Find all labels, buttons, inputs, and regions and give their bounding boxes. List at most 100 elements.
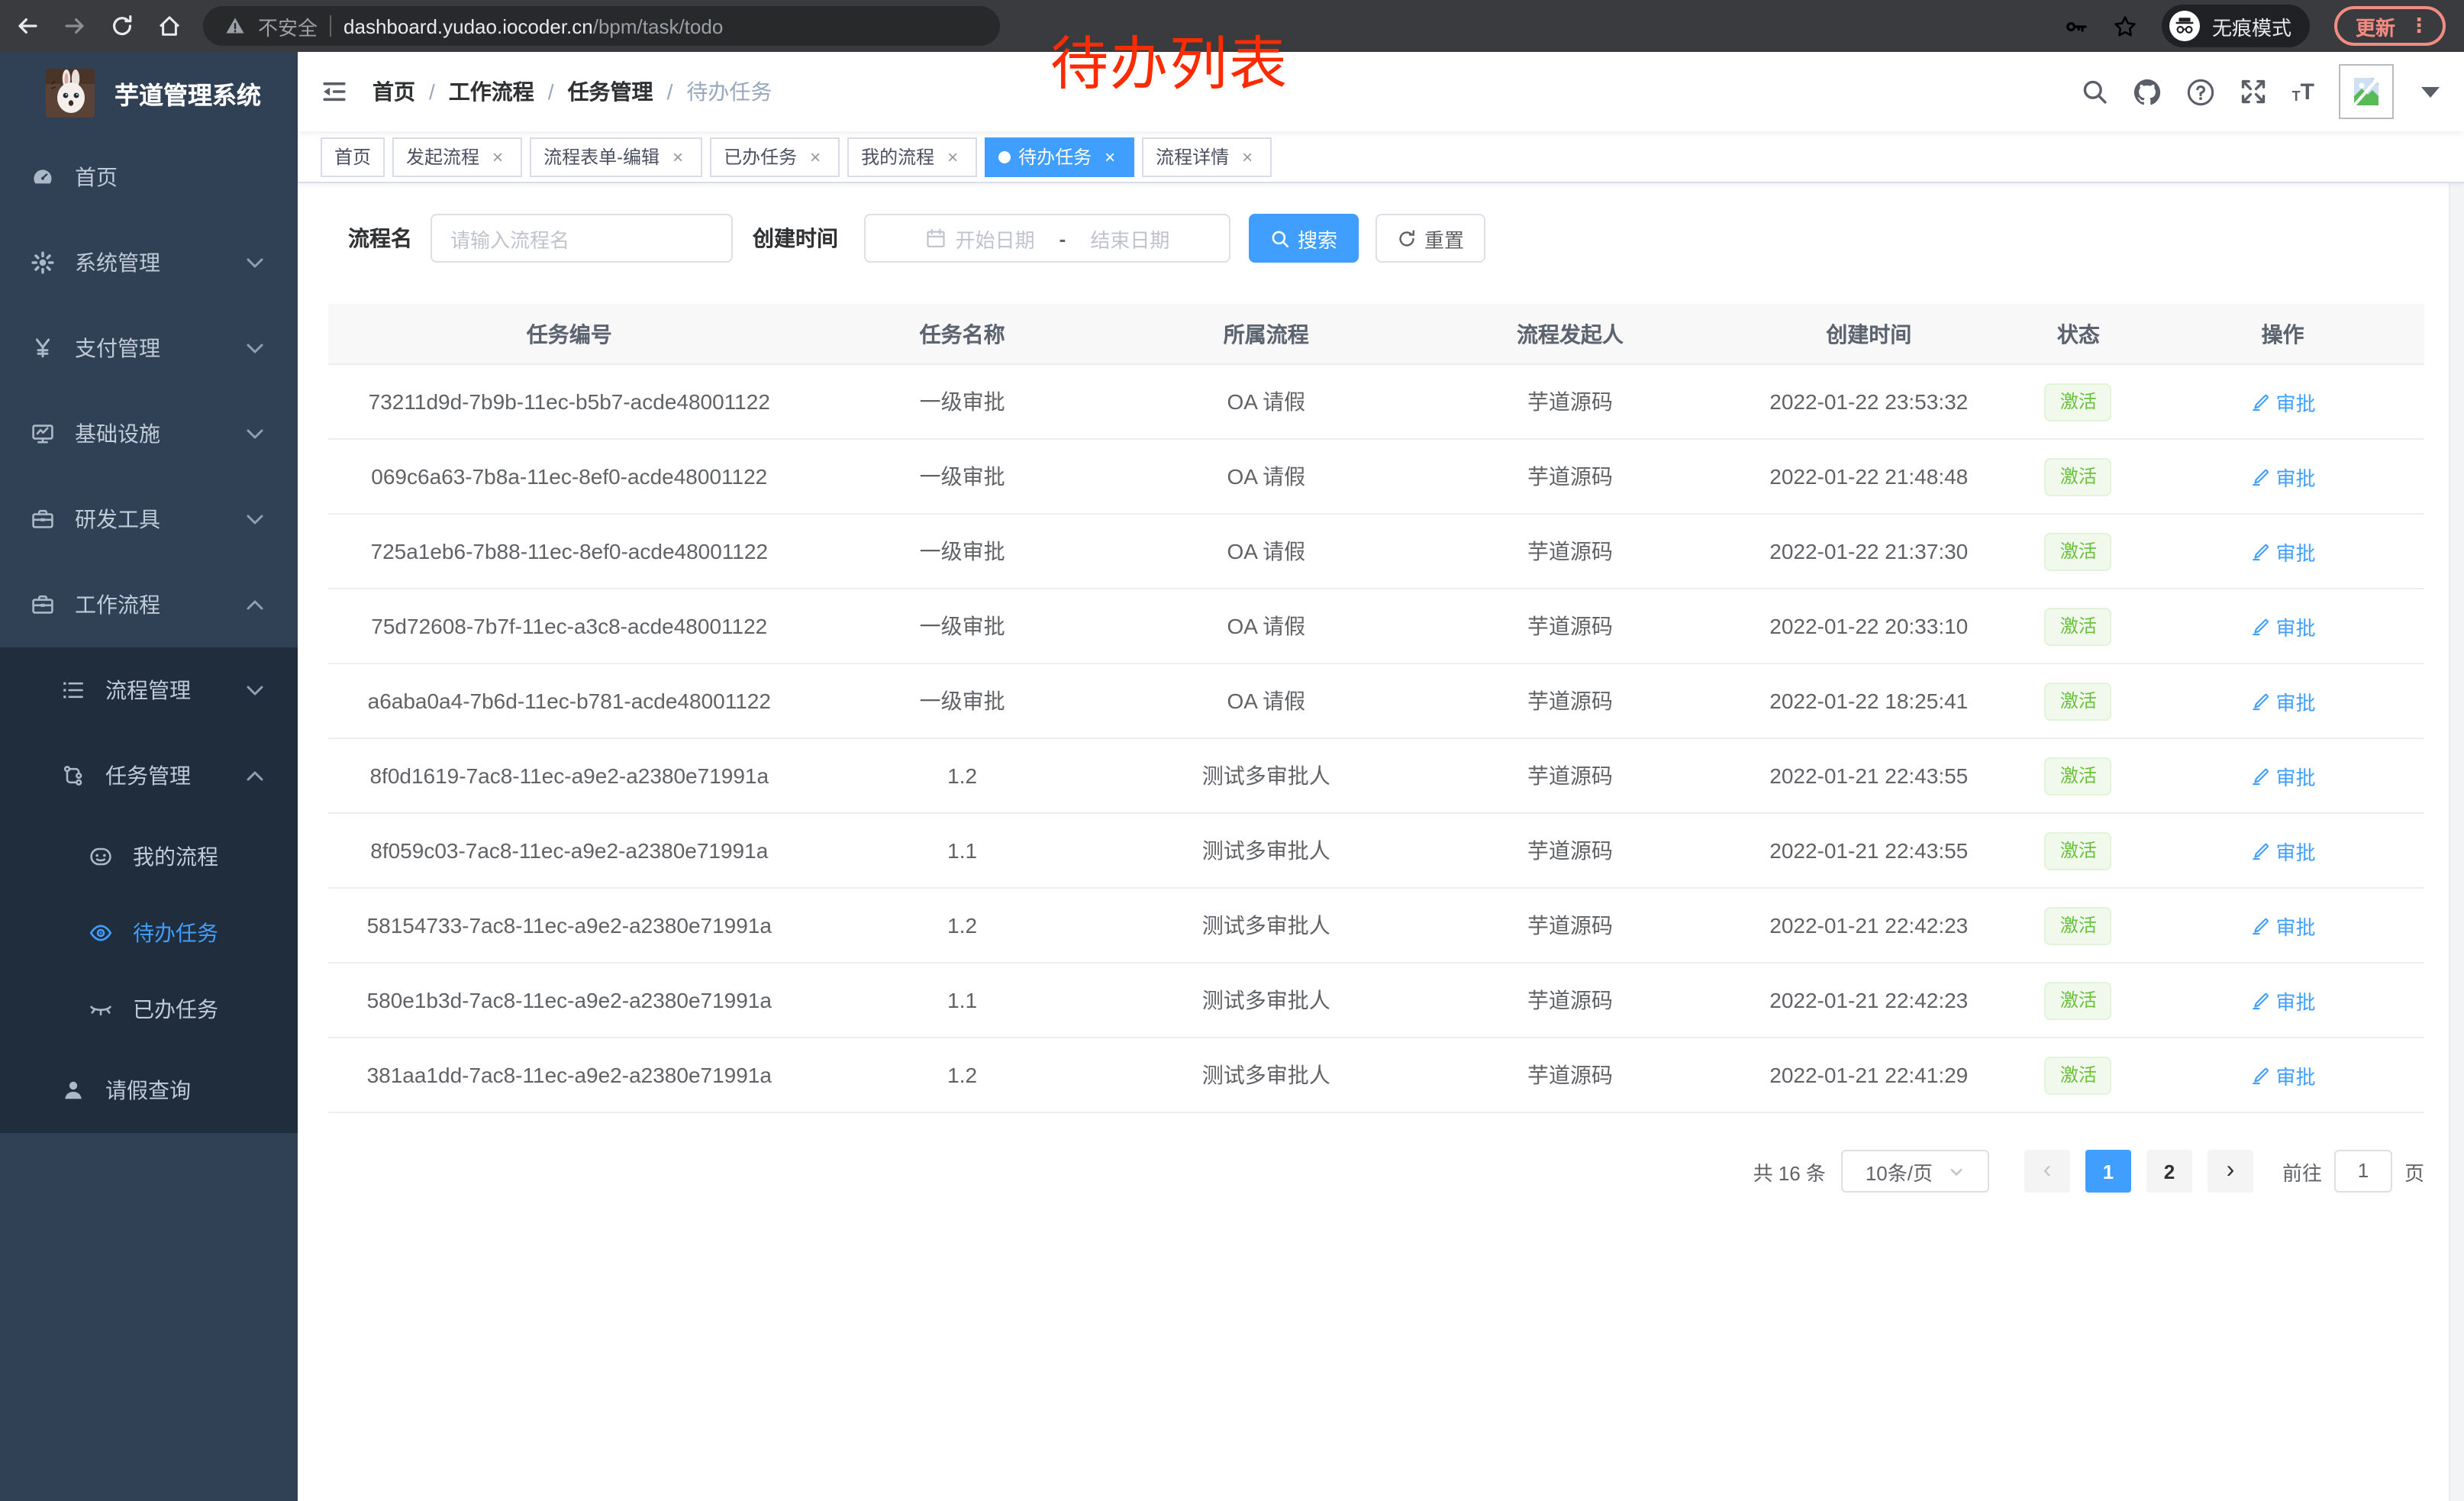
browser-menu-icon[interactable]: ⋮	[2409, 14, 2429, 38]
sidebar-item-label: 任务管理	[105, 760, 191, 791]
status-cell: 激活	[2015, 1056, 2141, 1094]
approve-link[interactable]: 审批	[2250, 387, 2316, 416]
sidebar-item-我的流程[interactable]: 我的流程	[0, 818, 298, 895]
action-cell: 审批	[2141, 836, 2424, 865]
search-icon[interactable]	[2082, 78, 2109, 105]
sidebar-item-研发工具[interactable]: 研发工具	[0, 476, 298, 562]
sidebar-item-请假查询[interactable]: 请假查询	[0, 1047, 298, 1133]
url-text[interactable]: dashboard.yudao.iocoder.cn/bpm/task/todo	[343, 15, 723, 37]
bookmark-star-icon[interactable]	[2113, 14, 2137, 38]
close-icon[interactable]: ×	[667, 146, 689, 167]
sidebar-item-任务管理[interactable]: 任务管理	[0, 733, 298, 818]
approve-link[interactable]: 审批	[2250, 836, 2316, 865]
tag-发起流程[interactable]: 发起流程×	[392, 137, 522, 176]
approve-link[interactable]: 审批	[2250, 986, 2316, 1015]
approve-link[interactable]: 审批	[2250, 612, 2316, 641]
sidebar-item-系统管理[interactable]: 系统管理	[0, 220, 298, 305]
navbar-actions: TT	[2082, 64, 2440, 119]
avatar-dropdown-icon[interactable]	[2421, 86, 2440, 97]
sidebar-item-首页[interactable]: 首页	[0, 134, 298, 220]
breadcrumb-item-首页[interactable]: 首页	[373, 76, 415, 107]
approve-link[interactable]: 审批	[2250, 1060, 2316, 1089]
help-icon[interactable]	[2187, 77, 2216, 106]
search-button[interactable]: 搜索	[1249, 214, 1359, 263]
sidebar-logo[interactable]: 芋道管理系统	[0, 52, 298, 134]
task-name-cell: 一级审批	[811, 686, 1114, 716]
next-page-button[interactable]: ›	[2208, 1150, 2253, 1193]
security-label[interactable]: 不安全	[258, 11, 318, 40]
close-icon[interactable]: ×	[1237, 146, 1258, 167]
tag-我的流程[interactable]: 我的流程×	[847, 137, 977, 176]
breadcrumb-item-任务管理[interactable]: 任务管理	[568, 76, 653, 107]
tag-流程表单-编辑[interactable]: 流程表单-编辑×	[530, 137, 702, 176]
approve-link[interactable]: 审批	[2250, 537, 2316, 566]
user-avatar[interactable]	[2339, 64, 2394, 119]
prev-page-button[interactable]: ‹	[2024, 1150, 2070, 1193]
not-secure-warning-icon[interactable]	[224, 15, 246, 37]
approve-link[interactable]: 审批	[2250, 686, 2316, 715]
monitor-icon	[31, 421, 55, 446]
tag-首页[interactable]: 首页	[321, 137, 385, 176]
process-name-label: 流程名	[348, 223, 412, 253]
address-bar[interactable]: 不安全 dashboard.yudao.iocoder.cn/bpm/task/…	[203, 6, 1000, 46]
github-icon[interactable]	[2133, 77, 2162, 106]
forward-icon[interactable]	[63, 14, 87, 38]
task-id-cell: 580e1b3d-7ac8-11ec-a9e2-a2380e71991a	[328, 988, 811, 1012]
close-icon[interactable]: ×	[487, 146, 508, 167]
sidebar-item-工作流程[interactable]: 工作流程	[0, 562, 298, 647]
close-icon[interactable]: ×	[1099, 146, 1121, 167]
approve-link[interactable]: 审批	[2250, 761, 2316, 790]
goto-page-input[interactable]: 1	[2334, 1150, 2392, 1193]
sidebar-item-待办任务[interactable]: 待办任务	[0, 895, 298, 971]
column-header-操作: 操作	[2141, 318, 2424, 349]
tags-view: 首页发起流程×流程表单-编辑×已办任务×我的流程×待办任务×流程详情×	[298, 131, 2464, 183]
password-key-icon[interactable]	[2064, 14, 2088, 38]
task-id-cell: 75d72608-7b7f-11ec-a3c8-acde48001122	[328, 614, 811, 638]
chrome-update-button[interactable]: 更新 ⋮	[2334, 6, 2446, 46]
approve-link-label: 审批	[2276, 612, 2316, 641]
incognito-badge[interactable]: 无痕模式	[2162, 5, 2310, 47]
sidebar-item-支付管理[interactable]: 支付管理	[0, 305, 298, 391]
sidebar-item-基础设施[interactable]: 基础设施	[0, 391, 298, 476]
top-navbar: 首页/工作流程/任务管理/待办任务 TT	[298, 52, 2464, 131]
home-icon[interactable]	[157, 14, 182, 38]
reset-button-label: 重置	[1424, 224, 1464, 253]
back-icon[interactable]	[15, 14, 40, 38]
created-cell: 2022-01-22 20:33:10	[1722, 614, 2015, 638]
approve-link-label: 审批	[2276, 387, 2316, 416]
browser-nav-buttons	[15, 14, 182, 38]
page-content: 流程名 请输入流程名 创建时间 开始日期 - 结束日期	[298, 183, 2464, 1501]
flow-icon	[61, 763, 85, 788]
reload-icon[interactable]	[110, 14, 134, 38]
tag-流程详情[interactable]: 流程详情×	[1142, 137, 1272, 176]
status-cell: 激活	[2015, 757, 2141, 795]
process-name-input[interactable]: 请输入流程名	[431, 214, 733, 263]
sidebar-item-已办任务[interactable]: 已办任务	[0, 971, 298, 1047]
page-button-1[interactable]: 1	[2085, 1150, 2131, 1193]
browser-chrome: 不安全 dashboard.yudao.iocoder.cn/bpm/task/…	[0, 0, 2464, 52]
page-size-select[interactable]: 10条/页	[1841, 1150, 1989, 1193]
breadcrumb-item-工作流程[interactable]: 工作流程	[449, 76, 534, 107]
approve-link-label: 审批	[2276, 537, 2316, 566]
tag-待办任务[interactable]: 待办任务×	[985, 137, 1134, 176]
reset-button[interactable]: 重置	[1376, 214, 1485, 263]
sidebar-item-流程管理[interactable]: 流程管理	[0, 647, 298, 733]
tag-已办任务[interactable]: 已办任务×	[710, 137, 840, 176]
breadcrumb-item-待办任务: 待办任务	[686, 76, 772, 107]
close-icon[interactable]: ×	[942, 146, 963, 167]
starter-cell: 芋道源码	[1418, 386, 1722, 417]
status-cell: 激活	[2015, 457, 2141, 495]
pencil-icon	[2250, 766, 2270, 786]
close-icon[interactable]: ×	[805, 146, 826, 167]
fullscreen-icon[interactable]	[2240, 78, 2268, 105]
date-range-picker[interactable]: 开始日期 - 结束日期	[864, 214, 1230, 263]
sidebar-toggle-icon[interactable]	[321, 78, 348, 105]
task-name-cell: 1.2	[811, 913, 1114, 938]
task-id-cell: 58154733-7ac8-11ec-a9e2-a2380e71991a	[328, 913, 811, 938]
font-size-icon[interactable]: TT	[2292, 80, 2314, 103]
approve-link[interactable]: 审批	[2250, 462, 2316, 491]
approve-link[interactable]: 审批	[2250, 911, 2316, 940]
status-cell: 激活	[2015, 607, 2141, 645]
page-button-2[interactable]: 2	[2146, 1150, 2192, 1193]
page-scrollbar[interactable]	[2449, 52, 2464, 1501]
